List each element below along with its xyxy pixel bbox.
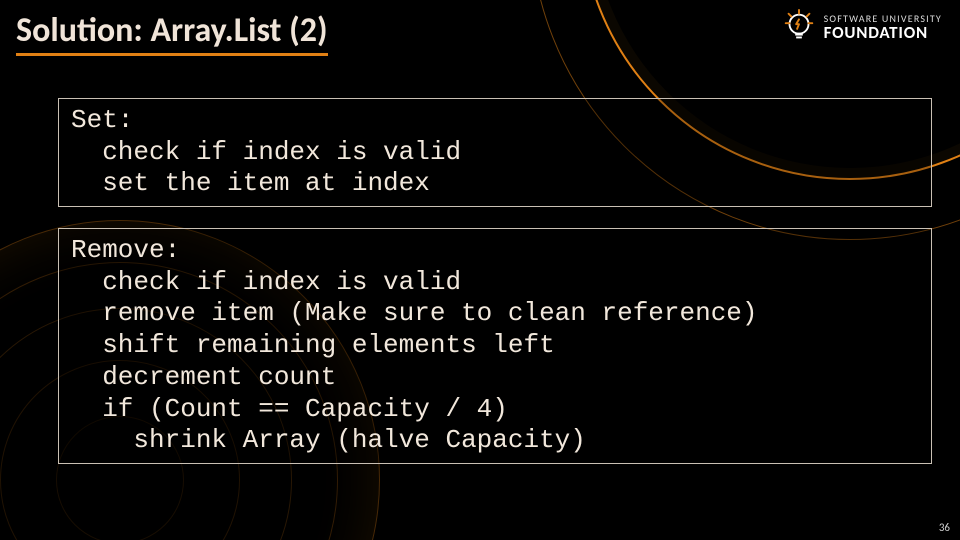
softuni-logo: SOFTWARE UNIVERSITY FOUNDATION (780, 8, 942, 46)
code-block-set: Set: check if index is valid set the ite… (58, 98, 932, 207)
page-number: 36 (939, 521, 950, 534)
lightbulb-icon (780, 8, 818, 46)
logo-line2: FOUNDATION (824, 24, 942, 41)
code-block-remove: Remove: check if index is valid remove i… (58, 228, 932, 464)
slide-title: Solution: Array.List (2) (16, 10, 328, 56)
